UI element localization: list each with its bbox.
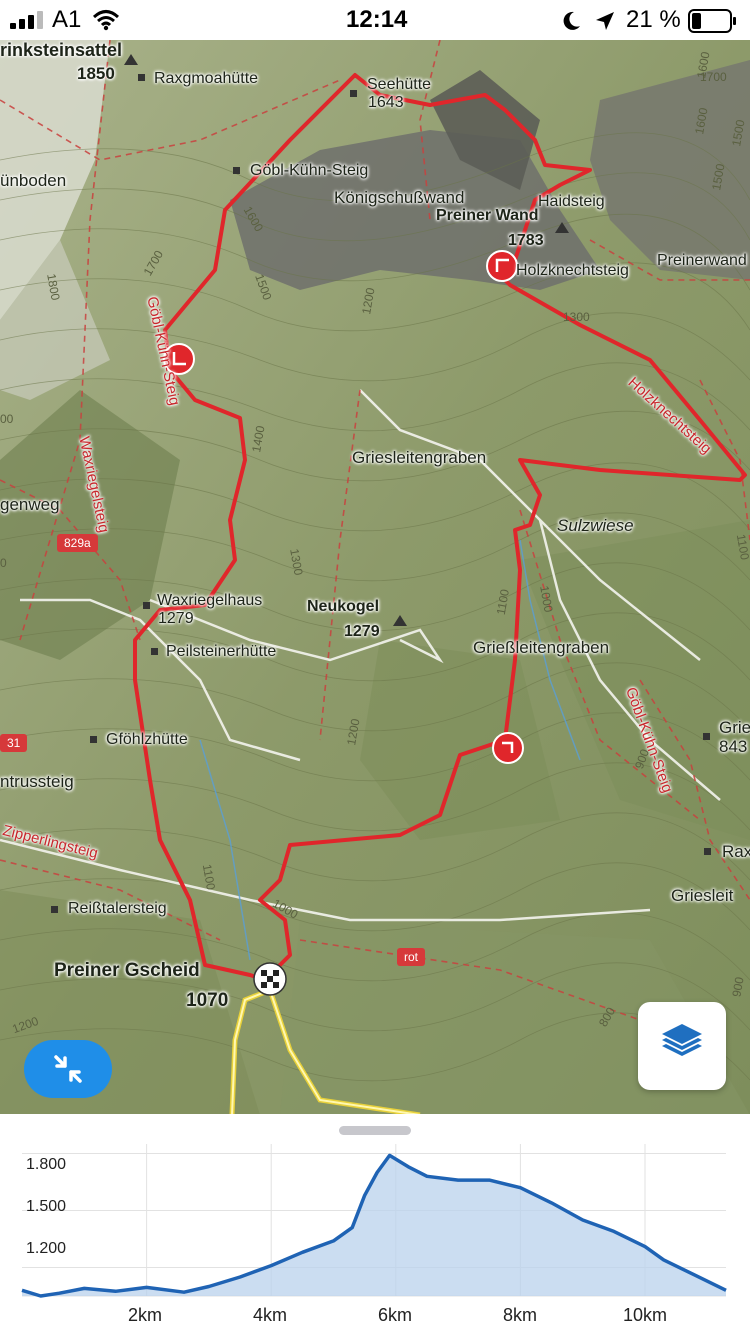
route-direction-marker[interactable] — [486, 250, 518, 282]
x-tick-label: 4km — [253, 1305, 288, 1325]
place-label: Sulzwiese — [557, 516, 634, 535]
place-label: Preinerwand — [657, 252, 747, 269]
collapse-map-button[interactable] — [24, 1040, 112, 1098]
hut-label: Waxriegelhaus — [157, 592, 263, 609]
peak-elevation: 1279 — [344, 623, 380, 640]
hut-label: Gföhlzhütte — [106, 731, 188, 748]
contour-label: 00 — [0, 412, 14, 426]
hut-marker-icon — [151, 648, 158, 655]
topographic-map[interactable]: rinksteinsattel 1850 Seehütte 1643 Prein… — [0, 40, 750, 1115]
hut-marker-icon — [703, 733, 710, 740]
collapse-arrows-icon — [54, 1055, 82, 1083]
y-tick-label: 1.800 — [26, 1156, 67, 1173]
place-label: ünboden — [0, 171, 67, 190]
peak-label: rinksteinsattel — [0, 40, 123, 60]
battery-icon — [688, 9, 736, 33]
peak-label: Neukogel — [307, 598, 380, 615]
route-number-badge: rot — [397, 948, 426, 966]
x-tick-label: 10km — [623, 1305, 668, 1325]
peak-elevation: 1279 — [158, 610, 194, 627]
x-tick-label: 8km — [503, 1305, 538, 1325]
hut-label: Seehütte — [367, 76, 432, 93]
trail-label: Haidsteig — [538, 193, 605, 210]
peak-elevation: 1643 — [368, 94, 404, 111]
place-label: Königschußwand — [334, 188, 465, 207]
x-tick-label: 6km — [378, 1305, 413, 1325]
hut-marker-icon — [51, 906, 58, 913]
cellular-signal-icon — [10, 11, 43, 29]
peak-elevation: 1850 — [77, 64, 115, 83]
elevation-profile-panel[interactable]: 1.800 1.500 1.200 2km 4km 6km 8km 10km — [0, 1114, 750, 1334]
trail-label: Göbl-Kühn-Steig — [250, 162, 369, 179]
contour-label: 0 — [0, 556, 7, 570]
status-bar: A1 12:14 21 % — [0, 0, 750, 40]
place-label: Griesleit — [671, 886, 734, 905]
layers-icon — [662, 1024, 702, 1056]
peak-label: Preiner Wand — [436, 207, 539, 224]
x-tick-label: 2km — [128, 1305, 163, 1325]
hut-marker-icon — [90, 736, 97, 743]
hut-marker-icon — [143, 602, 150, 609]
wifi-icon — [92, 10, 120, 31]
peak-elevation: 1070 — [186, 990, 229, 1011]
hut-marker-icon — [704, 848, 711, 855]
y-tick-label: 1.500 — [26, 1198, 67, 1215]
finish-flag-icon[interactable] — [253, 962, 287, 996]
route-direction-marker[interactable] — [492, 732, 524, 764]
elevation-chart — [21, 1144, 727, 1298]
hut-marker-icon — [233, 167, 240, 174]
place-label: Grießleitengraben — [473, 638, 610, 657]
route-number-badge: 31 — [0, 734, 28, 752]
hut-marker-icon — [350, 90, 357, 97]
place-label: genweg — [0, 495, 60, 514]
contour-label: 1300 — [563, 310, 590, 324]
clock: 12:14 — [346, 6, 408, 33]
hut-marker-icon — [138, 74, 145, 81]
do-not-disturb-moon-icon — [563, 11, 580, 30]
hut-label: Raxgmoahütte — [154, 70, 259, 87]
place-label: Griesleitengraben — [352, 448, 487, 467]
carrier-name: A1 — [52, 6, 82, 33]
map-layers-button[interactable] — [638, 1002, 726, 1090]
peak-marker-icon — [555, 222, 569, 233]
peak-marker-icon — [393, 615, 407, 626]
battery-percent: 21 % — [626, 6, 681, 33]
place-label: Gries — [719, 718, 750, 737]
place-label: Rax — [722, 842, 750, 861]
hut-label: Reißtalersteig — [68, 900, 167, 917]
peak-marker-icon — [124, 54, 138, 65]
peak-elevation: 1783 — [508, 232, 544, 249]
hut-label: Peilsteinerhütte — [166, 643, 277, 660]
location-arrow-icon — [596, 12, 614, 30]
route-number-badge: 829a — [57, 534, 98, 552]
trail-label: Holzknechtsteig — [516, 262, 629, 279]
y-tick-label: 1.200 — [26, 1240, 67, 1257]
peak-label: Preiner Gscheid — [54, 960, 200, 981]
place-label: 843 — [719, 737, 748, 756]
place-label: ntrussteig — [0, 772, 74, 791]
